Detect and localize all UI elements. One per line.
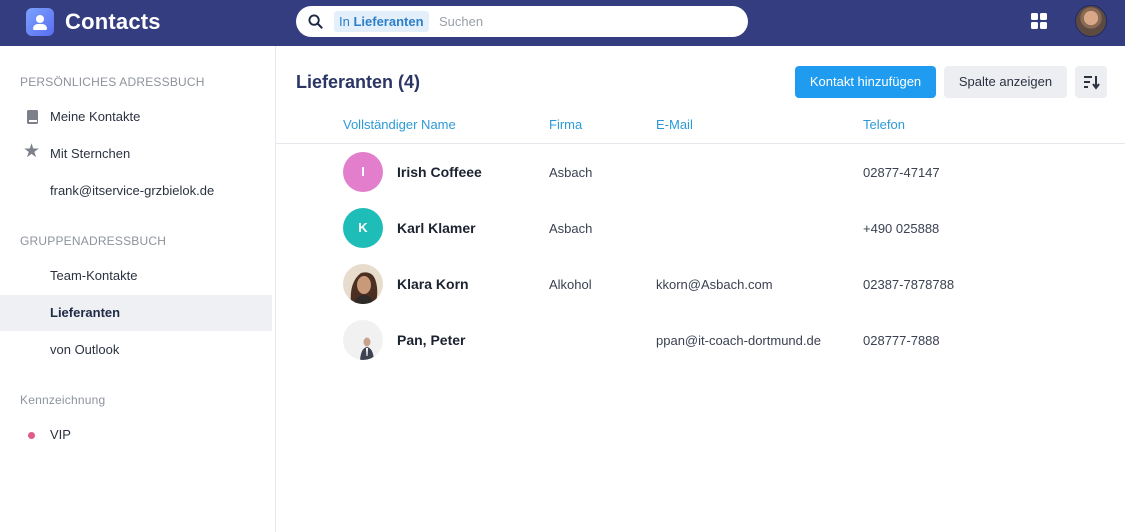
user-avatar[interactable] [1075, 5, 1107, 37]
sidebar-item-label: VIP [50, 427, 71, 442]
sidebar-item-label: von Outlook [50, 342, 120, 357]
contact-phone: +490 025888 [863, 221, 940, 236]
contact-company: Asbach [549, 165, 593, 180]
tags-header: Kennzeichnung [20, 393, 106, 407]
group-addressbook-header: GRUPPENADRESSBUCH [20, 234, 167, 248]
sidebar-item-label: Meine Kontakte [50, 109, 141, 124]
contact-phone: 02387-7878788 [863, 277, 955, 292]
column-header-phone[interactable]: Telefon [863, 117, 905, 132]
star-icon: ★ [23, 141, 41, 162]
add-contact-button[interactable]: Kontakt hinzufügen [795, 66, 936, 98]
column-header-company[interactable]: Firma [549, 117, 582, 132]
sidebar-item-label: Team-Kontakte [50, 268, 138, 283]
contact-company: Asbach [549, 221, 593, 236]
search-input[interactable] [439, 11, 729, 32]
sort-button[interactable] [1075, 66, 1107, 98]
sidebar-item-label: Lieferanten [50, 305, 121, 320]
contact-email: kkorn@Asbach.com [656, 277, 773, 292]
search-scope-prefix: In [339, 14, 350, 29]
page-title: Lieferanten (4) [296, 72, 421, 92]
contact-name: Klara Korn [397, 276, 469, 292]
show-column-button[interactable]: Spalte anzeigen [944, 66, 1067, 98]
table-row[interactable]: Pan, Peter ppan@it-coach-dortmund.de 028… [276, 312, 1125, 368]
sort-icon [1084, 76, 1100, 90]
contact-photo-avatar [343, 264, 383, 304]
sidebar-item-label: Mit Sternchen [50, 146, 131, 161]
search-bar[interactable]: In Lieferanten [296, 6, 748, 37]
table-row[interactable]: K Karl Klamer Asbach +490 025888 [276, 200, 1125, 256]
contact-phone: 02877-47147 [863, 165, 940, 180]
app-title[interactable]: Contacts [65, 9, 161, 35]
personal-addressbook-header: PERSÖNLICHES ADRESSBUCH [20, 75, 205, 89]
contact-email: ppan@it-coach-dortmund.de [656, 333, 821, 348]
top-bar: Contacts In Lieferanten [0, 0, 1125, 46]
vip-tag-dot-icon [28, 432, 35, 439]
book-icon [27, 110, 38, 124]
contact-avatar: I [343, 152, 383, 192]
sidebar-item-von-outlook[interactable]: von Outlook [0, 332, 272, 368]
contact-phone: 028777-7888 [863, 333, 940, 348]
contact-name: Karl Klamer [397, 220, 476, 236]
contacts-app-icon[interactable] [26, 8, 54, 36]
contact-name: Pan, Peter [397, 332, 466, 348]
contact-photo-avatar [343, 320, 383, 360]
sidebar-item-email-addressbook[interactable]: frank@itservice-grzbielok.de [0, 173, 272, 209]
contact-name: Irish Coffeee [397, 164, 482, 180]
search-scope-name: Lieferanten [353, 14, 424, 29]
sidebar-item-vip[interactable]: VIP [0, 417, 272, 453]
sidebar-item-label: frank@itservice-grzbielok.de [50, 183, 215, 198]
sidebar-item-lieferanten[interactable]: Lieferanten [0, 295, 272, 331]
sidebar-item-team-kontakte[interactable]: Team-Kontakte [0, 258, 272, 294]
contact-company: Alkohol [549, 277, 592, 292]
sidebar: PERSÖNLICHES ADRESSBUCH Meine Kontakte ★… [0, 46, 276, 532]
table-row[interactable]: Klara Korn Alkohol kkorn@Asbach.com 0238… [276, 256, 1125, 312]
column-header-name[interactable]: Vollständiger Name [343, 117, 456, 132]
sidebar-item-meine-kontakte[interactable]: Meine Kontakte [0, 99, 272, 135]
apps-grid-icon[interactable] [1031, 13, 1047, 29]
search-icon[interactable] [308, 14, 323, 29]
table-row[interactable]: I Irish Coffeee Asbach 02877-47147 [276, 144, 1125, 200]
contact-avatar: K [343, 208, 383, 248]
column-header-email[interactable]: E-Mail [656, 117, 693, 132]
sidebar-item-mit-sternchen[interactable]: ★ Mit Sternchen [0, 136, 272, 172]
search-scope-chip[interactable]: In Lieferanten [334, 11, 429, 32]
